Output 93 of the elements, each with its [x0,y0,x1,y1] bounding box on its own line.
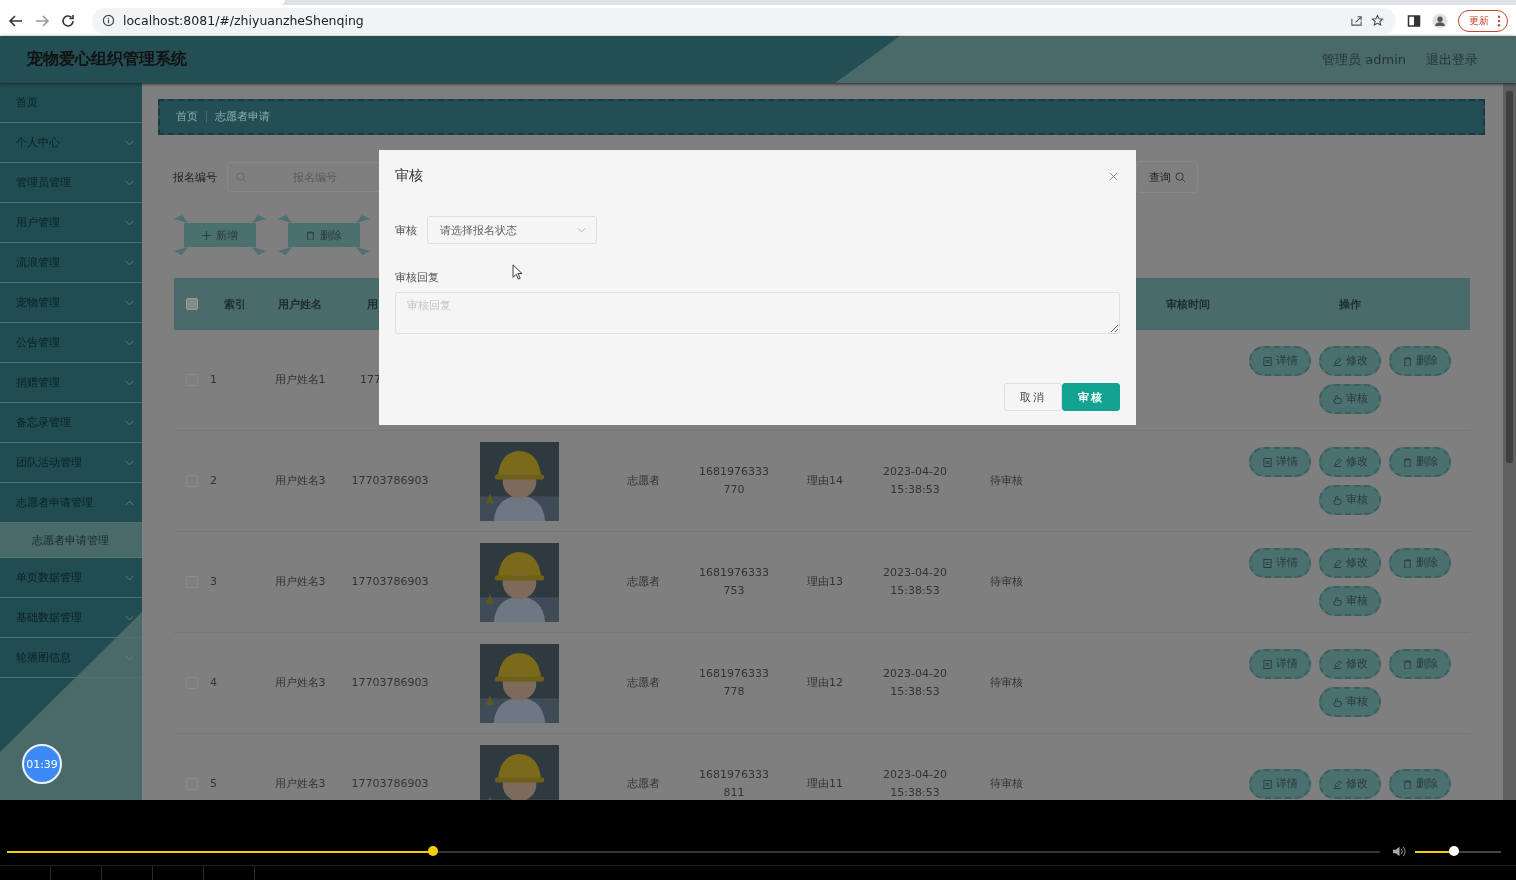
table-cell-text: 志愿者 [625,776,661,792]
chevron-down-icon [577,227,586,233]
table-cell-text: 理由14 [806,473,844,489]
reload-icon[interactable] [60,12,76,29]
table-cell-text: 1681976333753 [698,565,770,599]
table-cell-text: 待审核 [988,776,1024,792]
document-icon [1262,356,1272,366]
table-cell-text: 用户姓名3 [273,776,327,792]
table-cell-text: 理由12 [806,675,844,691]
scrollbar-thumb[interactable] [1506,91,1513,463]
share-icon[interactable] [1350,14,1363,27]
search-icon [236,172,247,183]
table-cell-text: 17703786903 [350,574,430,590]
table-cell-text: 待审核 [988,675,1024,691]
close-icon[interactable] [1109,171,1118,181]
address-bar[interactable]: localhost:8081/#/zhiyuanzheShenqing [92,7,1396,34]
hand-icon [1332,596,1342,606]
side-panel-icon[interactable] [1406,12,1422,29]
pencil-icon [1332,659,1342,669]
trash-icon [306,230,315,240]
reply-label: 审核回复 [395,270,439,285]
volume-thumb[interactable] [1448,845,1459,856]
confirm-button[interactable]: 审核 [1062,383,1120,411]
table-cell-text: 用户姓名3 [273,473,327,489]
breadcrumb-link[interactable]: 志愿者申请 [215,110,270,124]
table-cell-text: 1681976333811 [698,767,770,800]
hand-icon [1332,495,1342,505]
document-icon [1262,779,1272,789]
pencil-icon [1332,356,1342,366]
table-cell-text: 2023-04-20 15:38:53 [882,767,948,800]
table-cell-text: 理由11 [806,776,844,792]
table-cell-text: 17703786903 [350,776,430,792]
star-icon[interactable] [1371,14,1384,27]
table-cell-text: 用户姓名3 [273,675,327,691]
info-icon[interactable] [102,14,115,27]
table-cell-text: 5 [210,776,218,792]
progress-thumb[interactable] [427,845,438,856]
table-cell-text: 4 [210,675,218,691]
breadcrumb-link[interactable]: 首页 [176,110,198,124]
select-all-checkbox[interactable] [186,298,198,310]
status-label: 审核 [395,222,418,238]
table-cell-text: 2 [210,473,218,489]
cancel-button[interactable]: 取消 [1004,383,1062,411]
document-icon [1262,659,1272,669]
search-icon [1174,171,1186,183]
url-text: localhost:8081/#/zhiyuanzheShenqing [123,13,364,28]
pencil-icon [1332,457,1342,467]
forward-icon[interactable] [34,12,50,29]
pencil-icon [1332,558,1342,568]
document-icon [1262,558,1272,568]
hand-icon [1332,394,1342,404]
table-cell-text: 3 [210,574,218,590]
table-cell-text: 志愿者 [625,473,661,489]
status-select[interactable]: 请选择报名状态 [427,216,597,244]
profile-icon[interactable] [1432,12,1448,29]
update-button[interactable]: 更新 [1458,9,1508,32]
cursor-icon [512,264,523,280]
table-cell-text: 用户姓名1 [273,372,327,388]
table-cell-text: 2023-04-20 15:38:53 [882,565,948,599]
table-cell-text: 17703786903 [350,473,430,489]
table-cell-text: 志愿者 [625,675,661,691]
trash-icon [1402,558,1412,568]
column-header: 审核时间 [1165,296,1211,312]
trash-icon [1402,659,1412,669]
table-cell-text: 2023-04-20 15:38:53 [882,666,948,700]
table-cell-text: 2023-04-20 15:38:53 [882,464,948,498]
system-title: 宠物爱心组织管理系统 [27,49,187,70]
column-header: 用 [366,296,378,312]
trash-icon [1402,457,1412,467]
table-cell-text: 理由13 [806,574,844,590]
table-cell-text: 志愿者 [625,574,661,590]
trash-icon [1402,356,1412,366]
table-cell-text: 1 [210,372,218,388]
column-header: 索引 [223,296,247,312]
dialog-title: 审核 [395,167,423,185]
back-icon[interactable] [8,12,24,29]
table-cell-text: 17703786903 [350,675,430,691]
column-header: 操作 [1338,296,1362,312]
table-cell-text: 待审核 [988,473,1024,489]
column-header: 用户姓名 [277,296,323,312]
pencil-icon [1332,779,1342,789]
query-button[interactable]: 查询 [1136,161,1198,193]
volume-icon[interactable] [1392,845,1407,859]
document-icon [1262,457,1272,467]
search-label: 报名编号 [173,169,217,185]
trash-icon [1402,779,1412,789]
table-cell-text: 1681976333778 [698,666,770,700]
table-cell-text: 待审核 [988,574,1024,590]
more-icon [1497,14,1501,27]
table-cell-text: 用户姓名3 [273,574,327,590]
hand-icon [1332,697,1342,707]
table-cell-text: 1681976333770 [698,464,770,498]
plus-icon [202,230,211,240]
